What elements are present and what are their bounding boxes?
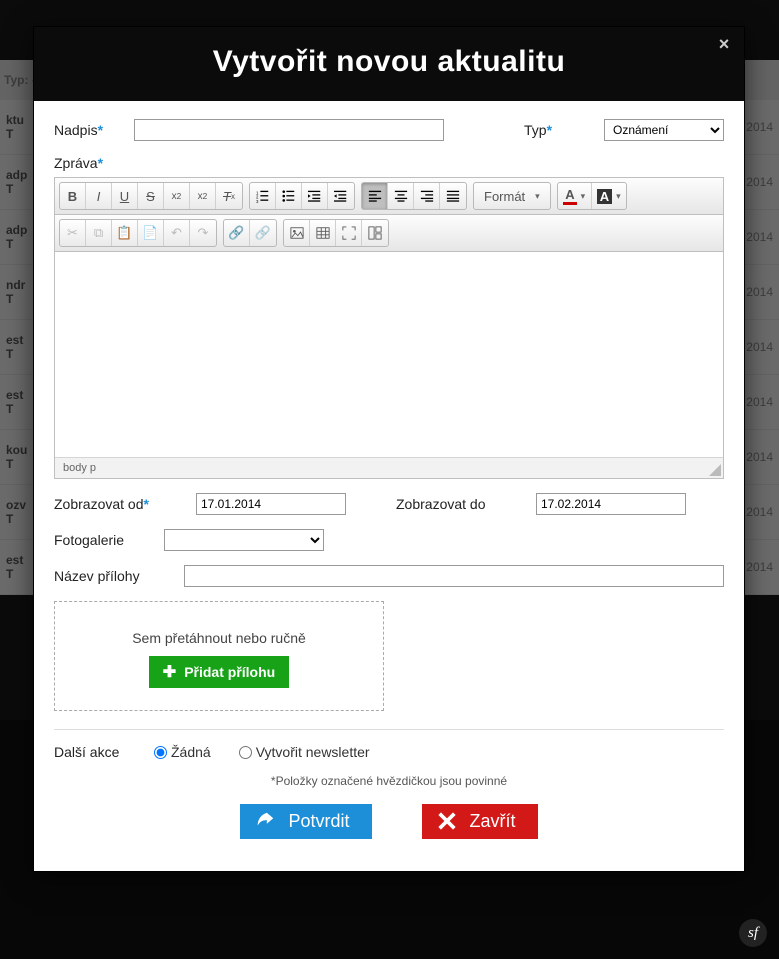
outdent-button[interactable] — [302, 183, 328, 209]
confirm-button[interactable]: Potvrdit — [240, 804, 371, 839]
zobrazovat-od-label: Zobrazovat od* — [54, 496, 186, 512]
row-dalsi-akce: Další akce Žádná Vytvořit newsletter — [54, 744, 724, 760]
x-icon — [436, 810, 458, 832]
nazev-prilohy-input[interactable] — [184, 565, 724, 587]
group-insert — [283, 219, 389, 247]
cut-button[interactable]: ✂ — [60, 220, 86, 246]
superscript-button[interactable]: x2 — [190, 183, 216, 209]
maximize-button[interactable] — [336, 220, 362, 246]
align-center-button[interactable] — [388, 183, 414, 209]
typ-label: Typ* — [524, 122, 594, 138]
editor-elements-path[interactable]: body p — [63, 462, 96, 474]
show-blocks-button[interactable] — [362, 220, 388, 246]
strike-button[interactable]: S — [138, 183, 164, 209]
table-button[interactable] — [310, 220, 336, 246]
link-button[interactable]: 🔗 — [224, 220, 250, 246]
editor-content-area[interactable] — [55, 252, 723, 457]
plus-icon: ✚ — [163, 662, 176, 682]
group-links: 🔗 🔗 — [223, 219, 277, 247]
radio-newsletter-label: Vytvořit newsletter — [256, 744, 370, 760]
paste-word-button[interactable]: 📄 — [138, 220, 164, 246]
row-nazev-prilohy: Název přílohy — [54, 565, 724, 587]
editor-status-bar: body p — [55, 457, 723, 478]
modal-title: Vytvořit novou aktualitu — [44, 45, 734, 79]
typ-select[interactable]: Oznámení — [604, 119, 724, 141]
remove-format-button[interactable]: Tx — [216, 183, 242, 209]
radio-none-label: Žádná — [171, 744, 211, 760]
close-button[interactable]: Zavřít — [422, 804, 538, 839]
share-arrow-icon — [254, 810, 276, 832]
modal-body: Nadpis* Typ* Oznámení Zpráva* B I U S x2… — [34, 101, 744, 871]
radio-newsletter[interactable]: Vytvořit newsletter — [239, 744, 370, 760]
nadpis-input[interactable] — [134, 119, 444, 141]
close-icon[interactable]: × — [714, 35, 734, 55]
ul-button[interactable] — [276, 183, 302, 209]
zobrazovat-do-input[interactable] — [536, 493, 686, 515]
indent-button[interactable] — [328, 183, 354, 209]
confirm-label: Potvrdit — [288, 811, 349, 832]
redo-button[interactable]: ↷ — [190, 220, 216, 246]
attachment-dropzone[interactable]: Sem přetáhnout nebo ručně ✚ Přidat přílo… — [54, 601, 384, 711]
row-zprava: Zpráva* B I U S x2 x2 Tx 123 — [54, 155, 724, 479]
zobrazovat-do-label: Zobrazovat do — [396, 496, 526, 512]
radio-none-input[interactable] — [154, 746, 167, 759]
align-right-button[interactable] — [414, 183, 440, 209]
editor-toolbar-2: ✂ ⧉ 📋 📄 ↶ ↷ 🔗 🔗 — [55, 215, 723, 252]
symfony-badge-icon[interactable]: sf — [739, 919, 767, 947]
add-attachment-label: Přidat přílohu — [184, 664, 275, 680]
row-nadpis-typ: Nadpis* Typ* Oznámení — [54, 119, 724, 141]
nazev-prilohy-label: Název přílohy — [54, 568, 174, 584]
format-dropdown[interactable]: Formát — [474, 183, 550, 209]
fotogalerie-label: Fotogalerie — [54, 532, 154, 548]
group-textstyle: B I U S x2 x2 Tx — [59, 182, 243, 210]
italic-button[interactable]: I — [86, 183, 112, 209]
bg-color-button[interactable]: A — [592, 183, 626, 209]
required-footnote: *Položky označené hvězdičkou jsou povinn… — [54, 774, 724, 788]
bold-button[interactable]: B — [60, 183, 86, 209]
row-dates: Zobrazovat od* Zobrazovat do — [54, 493, 724, 515]
modal-footer-buttons: Potvrdit Zavřít — [54, 798, 724, 861]
copy-button[interactable]: ⧉ — [86, 220, 112, 246]
svg-text:3: 3 — [256, 199, 259, 203]
group-clipboard: ✂ ⧉ 📋 📄 ↶ ↷ — [59, 219, 217, 247]
unlink-button[interactable]: 🔗 — [250, 220, 276, 246]
image-button[interactable] — [284, 220, 310, 246]
dalsi-akce-label: Další akce — [54, 744, 144, 760]
underline-button[interactable]: U — [112, 183, 138, 209]
create-news-modal: Vytvořit novou aktualitu × Nadpis* Typ* … — [33, 26, 745, 872]
resize-grip-icon[interactable] — [709, 464, 721, 476]
close-label: Zavřít — [470, 811, 516, 832]
ol-button[interactable]: 123 — [250, 183, 276, 209]
dropzone-hint: Sem přetáhnout nebo ručně — [65, 630, 373, 646]
paste-button[interactable]: 📋 — [112, 220, 138, 246]
separator — [54, 729, 724, 730]
radio-newsletter-input[interactable] — [239, 746, 252, 759]
group-colors: A A — [557, 182, 627, 210]
modal-header: Vytvořit novou aktualitu × — [34, 27, 744, 101]
zobrazovat-od-input[interactable] — [196, 493, 346, 515]
subscript-button[interactable]: x2 — [164, 183, 190, 209]
row-fotogalerie: Fotogalerie — [54, 529, 724, 551]
text-color-button[interactable]: A — [558, 183, 592, 209]
group-lists: 123 — [249, 182, 355, 210]
undo-button[interactable]: ↶ — [164, 220, 190, 246]
add-attachment-button[interactable]: ✚ Přidat přílohu — [149, 656, 289, 688]
fotogalerie-select[interactable] — [164, 529, 324, 551]
group-align — [361, 182, 467, 210]
align-justify-button[interactable] — [440, 183, 466, 209]
zprava-label: Zpráva* — [54, 155, 724, 171]
radio-none[interactable]: Žádná — [154, 744, 211, 760]
editor-toolbar-1: B I U S x2 x2 Tx 123 — [55, 178, 723, 215]
richtext-editor: B I U S x2 x2 Tx 123 — [54, 177, 724, 479]
nadpis-label: Nadpis* — [54, 122, 124, 138]
group-format: Formát — [473, 182, 551, 210]
align-left-button[interactable] — [362, 183, 388, 209]
